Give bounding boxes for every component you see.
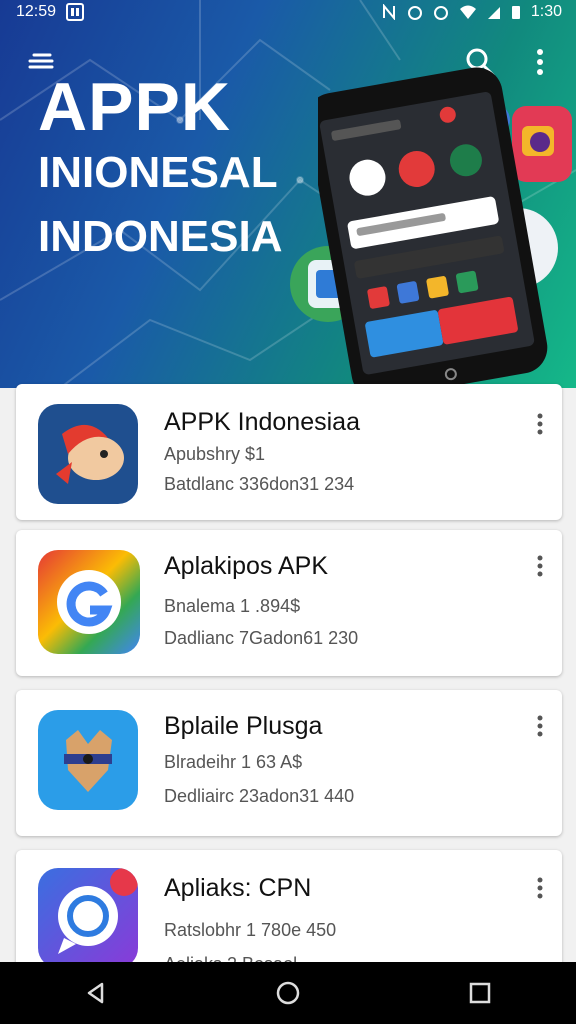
app-card[interactable]: Bplaile Plusga Blradeihr 1 63 A$ Dedliai… [16, 690, 562, 836]
alarm-icon-2 [433, 6, 448, 20]
app-options-icon[interactable] [536, 412, 544, 436]
wifi-icon [459, 5, 476, 19]
app-meta-1: Blradeihr 1 63 A$ [164, 752, 303, 772]
system-nav-bar [0, 962, 576, 1024]
status-time: 12:59 [16, 3, 57, 20]
app-name: APPK Indonesiaa [164, 408, 360, 436]
status-clock: 1:30 [530, 3, 562, 20]
back-icon[interactable] [76, 973, 116, 1013]
app-meta-2: Batdlanc 336don31 234 [164, 474, 355, 494]
hero-subtitle-1: INIONESAL [38, 148, 278, 197]
battery-icon [511, 6, 520, 19]
hero-banner: APPK INIONESAL INDONESIA [0, 0, 576, 388]
recents-icon[interactable] [460, 973, 500, 1013]
home-icon[interactable] [268, 973, 308, 1013]
app-name: Apliaks: CPN [164, 874, 312, 902]
app-meta-1: Ratslobhr 1 780e 450 [164, 920, 337, 940]
app-options-icon[interactable] [536, 714, 544, 738]
app-name: Aplakipos APK [164, 552, 328, 580]
app-name: Bplaile Plusga [164, 712, 323, 740]
signal-icon [487, 7, 500, 19]
hero-subtitle-2: INDONESIA [38, 212, 283, 261]
app-meta-2: Dadlianc 7Gadon61 230 [164, 628, 359, 648]
hero-title: APPK [38, 69, 231, 145]
google-icon [38, 550, 140, 654]
app-card[interactable]: APPK Indonesiaa Apubshry $1 Batdlanc 336… [16, 384, 562, 520]
app-options-icon[interactable] [536, 554, 544, 578]
app-meta-1: Apubshry $1 [164, 444, 266, 464]
fox-icon [38, 710, 138, 810]
nfc-icon [382, 4, 395, 20]
app-options-icon[interactable] [536, 876, 544, 900]
app-notification-icon [66, 3, 85, 21]
fish-icon [38, 404, 138, 504]
chat-icon [38, 868, 138, 968]
phone-illustration [318, 67, 558, 388]
status-bar: 12:59 1:30 [0, 0, 576, 24]
app-meta-1: Bnalema 1 .894$ [164, 596, 301, 616]
app-card[interactable]: Aplakipos APK Bnalema 1 .894$ Dadlianc 7… [16, 530, 562, 676]
app-meta-2: Dedliairc 23adon31 440 [164, 786, 355, 806]
alarm-icon [407, 6, 422, 20]
